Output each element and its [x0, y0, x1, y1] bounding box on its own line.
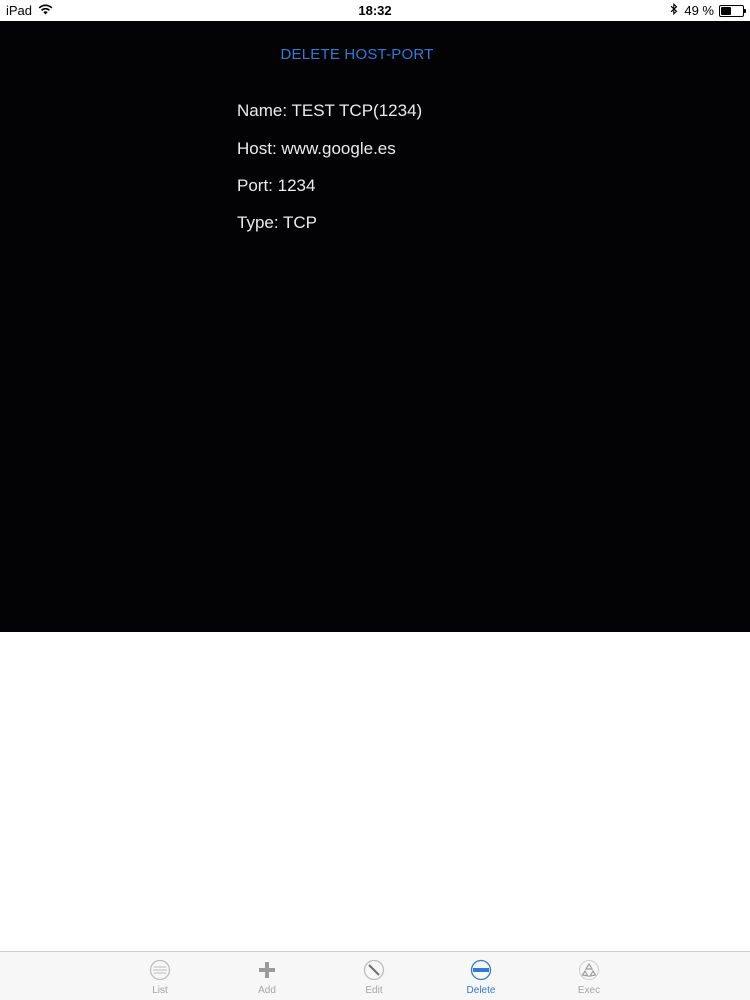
- panel-title: DELETE HOST-PORT: [280, 46, 434, 63]
- port-field: Port: 1234: [237, 176, 316, 195]
- edit-icon: [363, 959, 385, 981]
- tab-edit[interactable]: Edit: [334, 952, 414, 1000]
- battery-icon: [719, 4, 746, 17]
- status-time: 18:32: [358, 3, 392, 18]
- tab-exec-label: Exec: [577, 985, 601, 996]
- tab-add-label: Add: [258, 985, 276, 996]
- tab-list-label: List: [152, 985, 168, 996]
- app-screen: iPad 18:32 49 % DELETE HOST-PORT Name: T…: [0, 0, 750, 1000]
- host-field: Host: www.google.es: [237, 139, 396, 158]
- tab-add[interactable]: Add: [227, 952, 307, 1000]
- tab-exec[interactable]: Exec: [549, 952, 629, 1000]
- list-icon: [149, 959, 171, 981]
- detail-panel: DELETE HOST-PORT Name: TEST TCP(1234) Ho…: [0, 21, 750, 632]
- battery-percent: 49 %: [684, 3, 714, 18]
- plus-icon: [256, 959, 278, 981]
- tab-bar: List Add Edit Delete Exec: [0, 951, 750, 1000]
- status-right: 49 %: [670, 2, 746, 18]
- type-field: Type: TCP: [237, 213, 317, 232]
- bluetooth-icon: [670, 2, 678, 18]
- tab-edit-label: Edit: [365, 985, 383, 996]
- name-field: Name: TEST TCP(1234): [237, 101, 423, 120]
- recycle-icon: [578, 959, 600, 981]
- tab-delete-label: Delete: [466, 985, 496, 996]
- status-bar: iPad 18:32 49 %: [0, 0, 750, 21]
- tab-delete[interactable]: Delete: [441, 952, 521, 1000]
- minus-circle-icon: [470, 959, 492, 981]
- tab-list[interactable]: List: [120, 952, 200, 1000]
